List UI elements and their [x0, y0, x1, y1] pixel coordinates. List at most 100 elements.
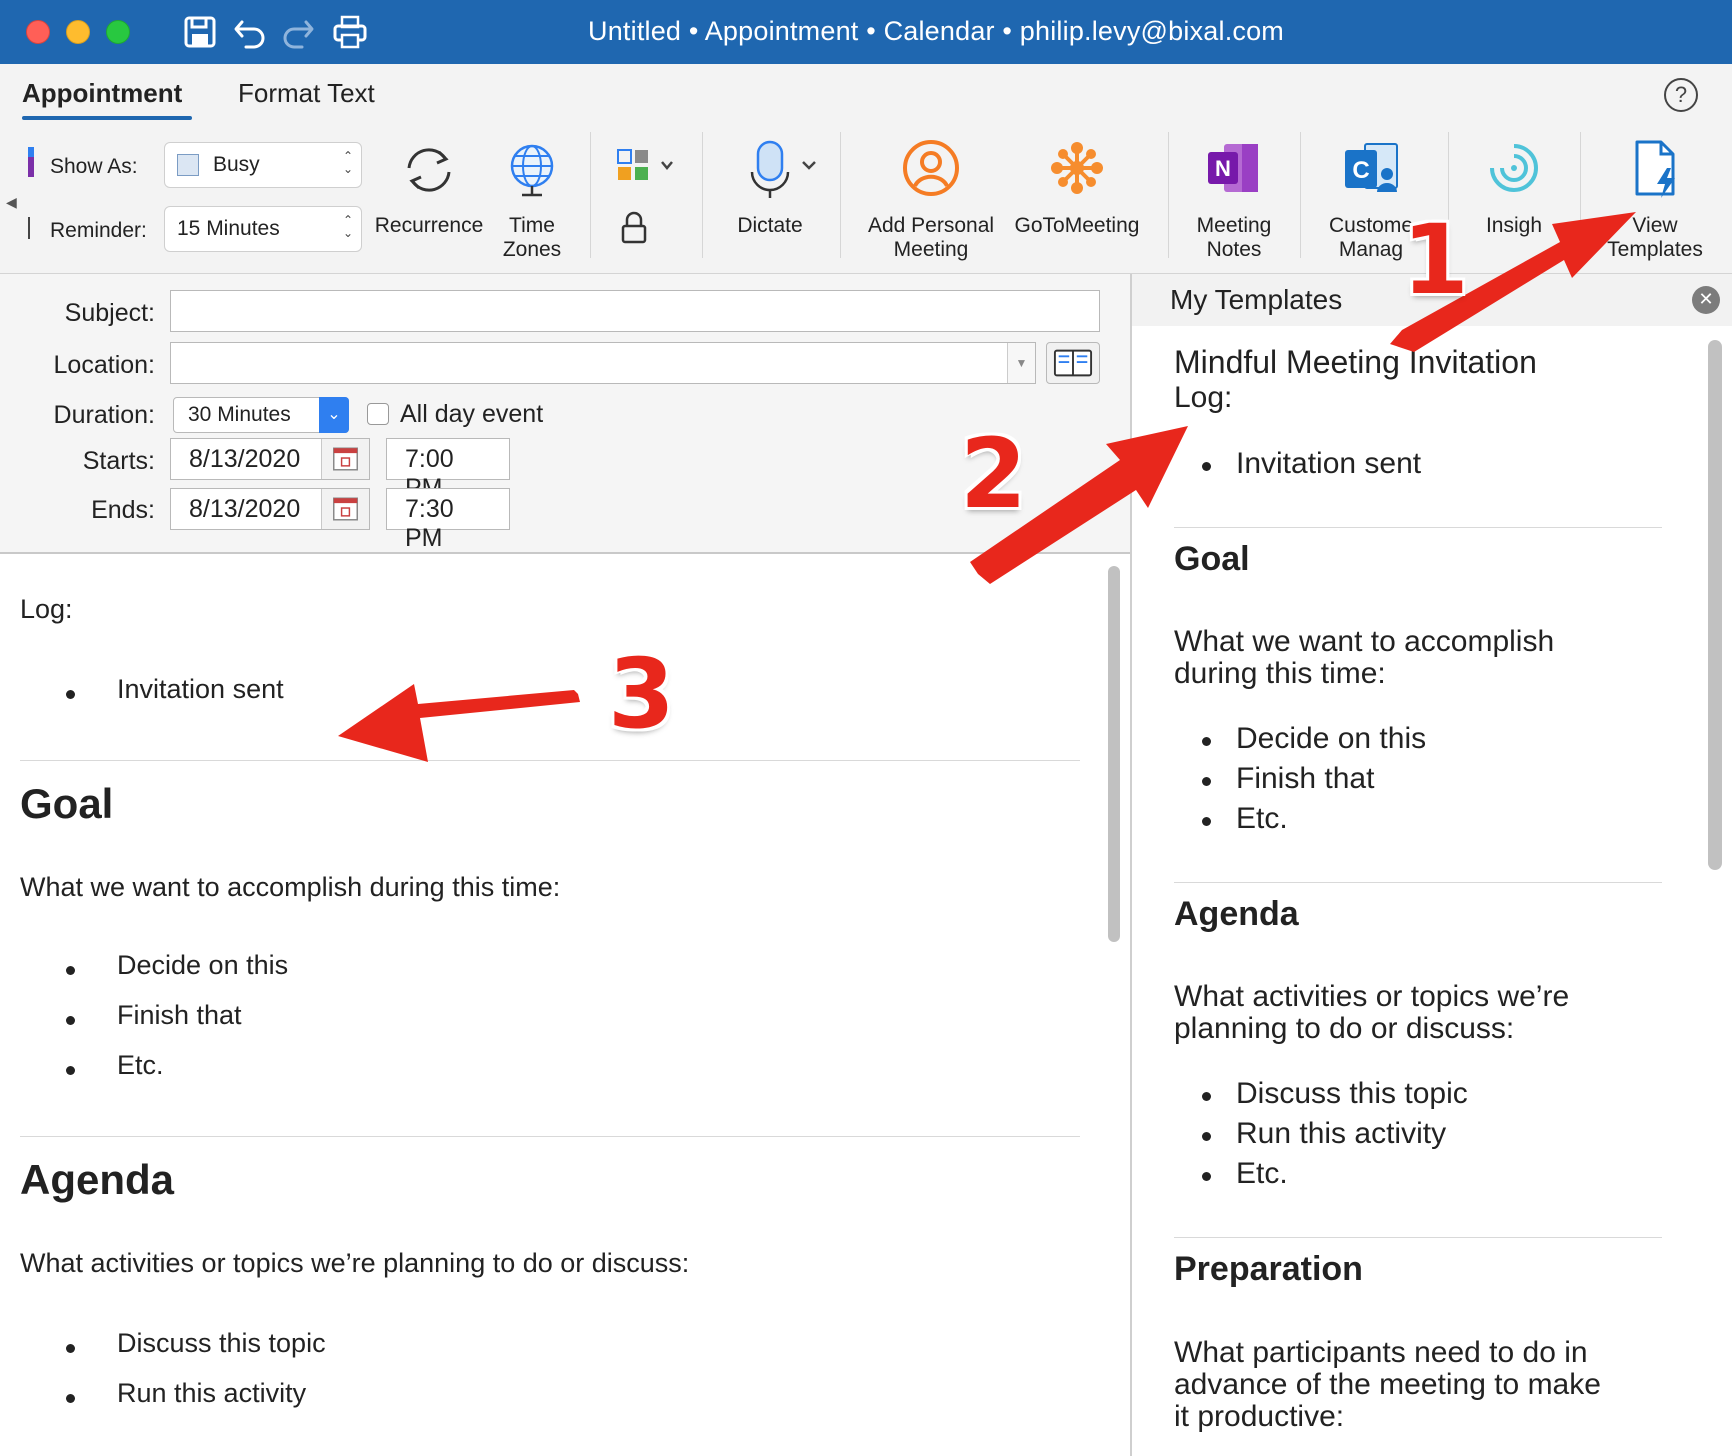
templates-scrollbar[interactable]	[1708, 340, 1722, 870]
reminder-select[interactable]: 15 Minutes ⌃ ⌄	[164, 206, 362, 252]
body-scrollbar[interactable]	[1108, 566, 1120, 942]
add-personal-meeting-button[interactable]: Add Personal Meeting	[862, 138, 1000, 262]
ribbon-separator	[1300, 132, 1301, 258]
duration-select[interactable]: 30 Minutes ⌄	[173, 397, 349, 433]
view-templates-icon	[1635, 140, 1675, 198]
microphone-icon	[750, 140, 790, 198]
template-agenda-text-1: What activities or topics we’re	[1174, 980, 1570, 1013]
template-goal-text-2: during this time:	[1174, 657, 1386, 690]
help-icon[interactable]: ?	[1664, 78, 1698, 112]
divider	[1174, 882, 1662, 883]
private-lock-icon[interactable]	[620, 210, 648, 246]
subject-label: Subject:	[64, 299, 155, 327]
show-as-select[interactable]: Busy ⌃ ⌄	[164, 142, 362, 188]
recurrence-label: Recurrence	[374, 214, 484, 237]
body-goal-text: What we want to accomplish during this t…	[20, 872, 561, 902]
category-color-icon[interactable]	[28, 147, 34, 247]
duration-value: 30 Minutes	[188, 403, 291, 426]
divider	[1174, 1237, 1662, 1238]
divider	[20, 1136, 1080, 1137]
calendar-icon[interactable]	[321, 489, 369, 529]
ribbon: Appointment Format Text ? ◀ Show As: Bus…	[0, 64, 1732, 274]
end-date-input[interactable]: 8/13/2020	[170, 488, 370, 530]
view-templates-button[interactable]: View Templates	[1596, 138, 1714, 262]
annotation-step-1: 1	[1402, 204, 1469, 316]
svg-text:N: N	[1215, 156, 1231, 181]
gotomeeting-button[interactable]: GoToMeeting	[1008, 138, 1146, 238]
start-date-value: 8/13/2020	[189, 445, 301, 473]
annotation-step-2: 2	[960, 418, 1027, 530]
meeting-notes-label-1: Meeting	[1196, 214, 1272, 237]
end-time-input[interactable]: 7:30 PM	[386, 488, 510, 552]
active-tab-indicator	[22, 116, 192, 120]
ribbon-scroll-left-icon[interactable]: ◀	[6, 194, 17, 211]
reminder-value: 15 Minutes	[177, 217, 280, 240]
body-log-label: Log:	[20, 594, 73, 624]
template-goal-heading: Goal	[1174, 540, 1250, 578]
end-date-value: 8/13/2020	[189, 495, 301, 523]
gotomeeting-label: GoToMeeting	[1014, 214, 1140, 237]
ribbon-separator	[1580, 132, 1581, 258]
reminder-label: Reminder:	[50, 219, 147, 242]
tab-format-text[interactable]: Format Text	[238, 78, 375, 109]
body-agenda-text: What activities or topics we’re planning…	[20, 1248, 690, 1278]
location-label: Location:	[53, 351, 155, 379]
all-day-checkbox[interactable]	[367, 403, 389, 425]
onenote-icon: N	[1208, 144, 1258, 192]
dictate-label: Dictate	[737, 214, 803, 237]
stepper-arrows-icon: ⌃ ⌄	[342, 213, 353, 240]
ribbon-separator	[1168, 132, 1169, 258]
chevron-down-icon[interactable]	[800, 158, 818, 172]
template-name[interactable]: Mindful Meeting Invitation	[1174, 346, 1537, 378]
ribbon-separator	[590, 132, 591, 258]
divider	[20, 760, 1080, 761]
template-prep-text-3: it productive:	[1174, 1400, 1345, 1433]
show-as-label: Show As:	[50, 155, 138, 178]
chevron-down-icon: ⌄	[319, 397, 349, 433]
close-icon[interactable]: ✕	[1692, 286, 1720, 314]
divider	[1174, 527, 1662, 528]
body-goal-heading: Goal	[20, 780, 114, 827]
ribbon-separator	[840, 132, 841, 258]
body-agenda-heading: Agenda	[20, 1156, 175, 1203]
duration-label: Duration:	[53, 401, 155, 429]
insights-button[interactable]: Insigh	[1466, 138, 1562, 238]
template-preparation-heading: Preparation	[1174, 1250, 1363, 1288]
window-title: Untitled • Appointment • Calendar • phil…	[588, 16, 1284, 46]
time-zones-button[interactable]: Time Zones	[492, 138, 572, 262]
show-as-value: Busy	[213, 153, 260, 176]
title-bar: Untitled • Appointment • Calendar • phil…	[0, 0, 1732, 64]
globe-icon	[510, 144, 554, 197]
location-input[interactable]: ▼	[170, 342, 1036, 384]
starts-label: Starts:	[82, 447, 155, 475]
template-agenda-text-2: planning to do or discuss:	[1174, 1012, 1515, 1045]
ends-label: Ends:	[91, 496, 155, 524]
location-dropdown-icon[interactable]: ▼	[1007, 343, 1035, 383]
ribbon-separator	[702, 132, 703, 258]
template-prep-text-1: What participants need to do in	[1174, 1336, 1588, 1369]
person-icon	[903, 140, 959, 196]
start-time-input[interactable]: 7:00 PM	[386, 438, 510, 502]
all-day-label: All day event	[400, 400, 544, 428]
template-log-label: Log:	[1174, 381, 1233, 414]
meeting-notes-button[interactable]: N Meeting Notes	[1186, 138, 1282, 262]
add-personal-meeting-label-2: Meeting	[893, 238, 969, 261]
template-prep-text-2: advance of the meeting to make	[1174, 1368, 1601, 1401]
dictate-button[interactable]: Dictate	[722, 138, 818, 238]
view-templates-label-1: View	[1632, 214, 1678, 237]
time-zones-label-2: Zones	[502, 238, 562, 261]
insights-icon	[1490, 144, 1538, 192]
insights-label: Insigh	[1485, 214, 1543, 237]
templates-pane-title: My Templates	[1170, 284, 1343, 315]
calendar-icon[interactable]	[321, 439, 369, 479]
address-book-icon[interactable]	[1046, 342, 1100, 384]
subject-input[interactable]	[170, 290, 1100, 332]
recurrence-button[interactable]: Recurrence	[370, 138, 488, 238]
categorize-icon[interactable]	[616, 148, 678, 184]
annotation-step-3: 3	[608, 638, 675, 750]
start-date-input[interactable]: 8/13/2020	[170, 438, 370, 480]
add-personal-meeting-label-1: Add Personal	[867, 214, 995, 237]
view-templates-label-2: Templates	[1607, 238, 1703, 261]
recurrence-icon	[407, 148, 451, 192]
tab-appointment[interactable]: Appointment	[22, 78, 182, 109]
